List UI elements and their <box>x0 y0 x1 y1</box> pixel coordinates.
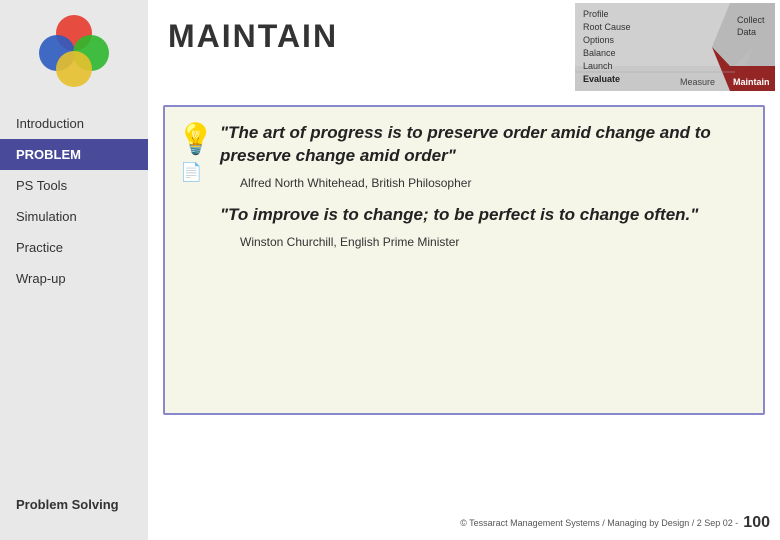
sidebar-item-introduction[interactable]: Introduction <box>0 108 148 139</box>
footer-copyright: © Tessaract Management Systems / Managin… <box>460 518 738 528</box>
logo-circles <box>39 15 109 85</box>
svg-text:Root Cause: Root Cause <box>583 22 631 32</box>
sidebar-item-practice[interactable]: Practice <box>0 232 148 263</box>
sidebar-bottom-label: Problem Solving <box>0 489 148 520</box>
lightbulb-icon: 💡 <box>177 122 214 157</box>
svg-text:Profile: Profile <box>583 9 609 19</box>
nav-diagram: Profile Root Cause Options Balance Launc… <box>575 3 775 91</box>
sidebar-item-simulation[interactable]: Simulation <box>0 201 148 232</box>
attribution2: Winston Churchill, English Prime Ministe… <box>220 235 743 249</box>
circle-yellow <box>56 51 92 87</box>
logo <box>0 0 148 100</box>
svg-text:Collect: Collect <box>737 15 765 25</box>
svg-text:Evaluate: Evaluate <box>583 74 620 84</box>
sidebar-item-ps-tools[interactable]: PS Tools <box>0 170 148 201</box>
svg-text:Balance: Balance <box>583 48 616 58</box>
sidebar-item-problem[interactable]: PROBLEM <box>0 139 148 170</box>
svg-text:Data: Data <box>737 27 756 37</box>
content-box: 💡 📄 "The art of progress is to preserve … <box>163 105 765 415</box>
attribution1: Alfred North Whitehead, British Philosop… <box>220 176 743 190</box>
sidebar-nav: Introduction PROBLEM PS Tools Simulation… <box>0 108 148 294</box>
svg-text:Options: Options <box>583 35 615 45</box>
quote2: "To improve is to change; to be perfect … <box>220 204 743 227</box>
sidebar: Introduction PROBLEM PS Tools Simulation… <box>0 0 148 540</box>
main-area: MAINTAIN Profile Root Cause Options Bala… <box>148 0 780 540</box>
svg-text:Maintain: Maintain <box>733 77 770 87</box>
footer-page-number: 100 <box>743 514 770 532</box>
svg-text:Measure: Measure <box>680 77 715 87</box>
quote1: "The art of progress is to preserve orde… <box>220 122 743 168</box>
sidebar-item-wrap-up[interactable]: Wrap-up <box>0 263 148 294</box>
footer: © Tessaract Management Systems / Managin… <box>148 514 780 532</box>
svg-text:Launch: Launch <box>583 61 613 71</box>
header: MAINTAIN Profile Root Cause Options Bala… <box>148 0 780 60</box>
document-icon: 📄 <box>180 162 202 183</box>
